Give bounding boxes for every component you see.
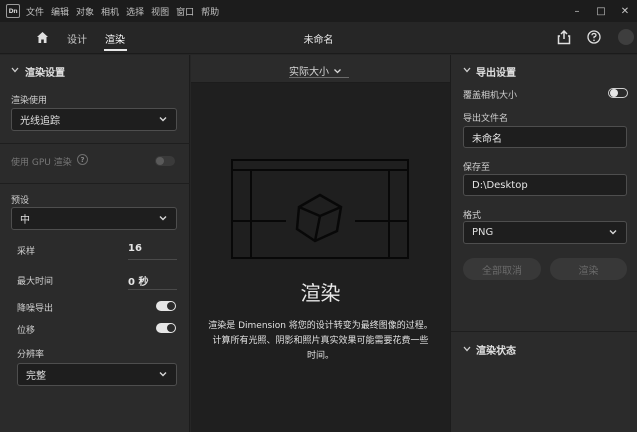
description-line: 渲染是 Dimension 将您的设计转变为最终图像的过程。 (208, 321, 433, 331)
collapse-chevron-icon[interactable] (463, 346, 471, 352)
share-icon[interactable] (557, 30, 571, 45)
maximize-button[interactable]: □ (589, 6, 613, 17)
render-using-dropdown[interactable]: 光线追踪 (11, 108, 177, 131)
menu-help[interactable]: 帮助 (201, 5, 219, 18)
menu-list: 文件 编辑 对象 相机 选择 视图 窗口 帮助 (26, 5, 226, 18)
filename-label: 导出文件名 (463, 114, 509, 124)
zoom-underline (289, 77, 349, 78)
active-tab-indicator (104, 49, 127, 51)
render-canvas: 实际大小 渲染 渲染是 Dimension 将您的设计转变为最终图像的过程。 计… (191, 55, 450, 432)
preset-value: 中 (20, 215, 30, 226)
preset-label: 预设 (11, 196, 30, 206)
render-status-title: 渲染状态 (476, 346, 516, 357)
menu-camera[interactable]: 相机 (101, 5, 119, 18)
filename-value: 未命名 (472, 133, 502, 145)
top-bar: 设计 渲染 未命名 (0, 22, 637, 54)
preset-dropdown[interactable]: 中 (11, 207, 177, 230)
samples-underline (128, 259, 177, 260)
info-icon[interactable]: ? (77, 154, 88, 165)
chevron-down-icon (159, 117, 167, 122)
minimize-button[interactable]: – (565, 6, 589, 17)
menu-view[interactable]: 视图 (151, 5, 169, 18)
render-description: 渲染是 Dimension 将您的设计转变为最终图像的过程。 计算所有光照、阴影… (191, 319, 450, 364)
resolution-value: 完整 (26, 371, 46, 382)
menu-file[interactable]: 文件 (26, 5, 44, 18)
format-dropdown[interactable]: PNG (463, 221, 627, 244)
resolution-dropdown[interactable]: 完整 (17, 363, 177, 386)
menu-edit[interactable]: 编辑 (51, 5, 69, 18)
chevron-down-icon (334, 68, 341, 73)
max-time-label: 最大时间 (17, 277, 54, 287)
chevron-down-icon (159, 216, 167, 221)
window-controls: – □ ✕ (565, 0, 637, 22)
render-heading: 渲染 (300, 281, 341, 305)
description-line: 时间。 (306, 351, 334, 361)
save-to-value: D:\Desktop (472, 179, 528, 191)
render-using-value: 光线追踪 (20, 116, 60, 127)
overlay-camera-label: 覆盖相机大小 (463, 91, 518, 101)
overlay-camera-toggle[interactable] (608, 88, 628, 98)
displacement-toggle[interactable] (156, 323, 176, 333)
render-settings-title: 渲染设置 (25, 68, 65, 79)
max-time-underline (128, 289, 177, 290)
zoom-dropdown[interactable]: 实际大小 (289, 63, 342, 78)
menu-window[interactable]: 窗口 (176, 5, 194, 18)
samples-value[interactable]: 16 (128, 243, 142, 254)
divider (0, 143, 190, 144)
gpu-render-label: 使用 GPU 渲染 (11, 158, 72, 168)
denoise-label: 降噪导出 (17, 304, 54, 314)
render-illustration-icon (231, 159, 409, 259)
cube-icon (295, 193, 343, 243)
help-icon[interactable] (587, 30, 601, 44)
chevron-down-icon (609, 230, 617, 235)
save-to-label: 保存至 (463, 163, 491, 173)
export-settings-title: 导出设置 (476, 68, 516, 79)
document-title: 未命名 (303, 35, 334, 46)
format-value: PNG (472, 227, 494, 238)
render-using-label: 渲染使用 (11, 96, 48, 106)
save-to-input[interactable]: D:\Desktop (463, 174, 627, 196)
zoom-label: 实际大小 (289, 67, 329, 78)
chevron-down-icon (159, 372, 167, 377)
menu-select[interactable]: 选择 (126, 5, 144, 18)
avatar[interactable] (618, 29, 634, 45)
close-button[interactable]: ✕ (613, 6, 637, 17)
collapse-chevron-icon[interactable] (11, 67, 19, 73)
export-settings-panel: 导出设置 覆盖相机大小 导出文件名 未命名 保存至 D:\Desktop 格式 … (450, 55, 637, 432)
description-line: 计算所有光照、阴影和照片真实效果可能需要花费一些 (212, 336, 429, 346)
samples-label: 采样 (17, 247, 36, 257)
menu-object[interactable]: 对象 (76, 5, 94, 18)
render-button[interactable]: 渲染 (550, 258, 627, 280)
format-label: 格式 (463, 211, 482, 221)
menu-bar: Dn 文件 编辑 对象 相机 选择 视图 窗口 帮助 – □ ✕ (0, 0, 637, 22)
app-logo: Dn (6, 4, 20, 18)
cancel-all-button[interactable]: 全部取消 (463, 258, 541, 280)
zoom-bar: 实际大小 (191, 55, 450, 83)
collapse-chevron-icon[interactable] (463, 67, 471, 73)
divider (451, 331, 637, 332)
displacement-label: 位移 (17, 326, 36, 336)
divider (0, 183, 190, 184)
resolution-label: 分辨率 (17, 350, 45, 360)
render-settings-panel: 渲染设置 渲染使用 光线追踪 使用 GPU 渲染 ? 预设 中 采样 16 最大… (0, 55, 190, 432)
max-time-value[interactable]: 0 秒 (128, 273, 148, 288)
filename-input[interactable]: 未命名 (463, 126, 627, 148)
gpu-render-toggle[interactable] (155, 156, 175, 166)
denoise-toggle[interactable] (156, 301, 176, 311)
